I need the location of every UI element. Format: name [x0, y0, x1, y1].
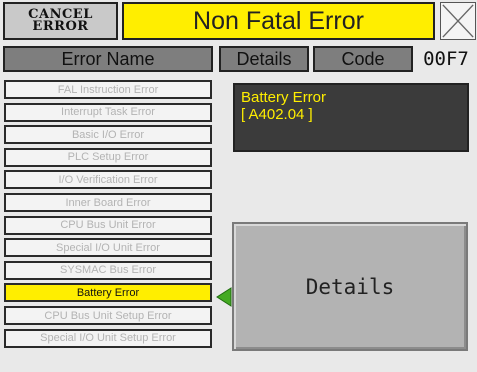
detail-error-address: [ A402.04 ] — [241, 106, 313, 123]
cancel-label-line2: ERROR — [32, 19, 89, 34]
details-button-label: Details — [305, 274, 395, 299]
error-list-item[interactable]: I/O Verification Error — [4, 170, 212, 190]
header-code-label: Code — [341, 48, 385, 69]
header-details-label: Details — [236, 48, 292, 69]
header-error-name-label: Error Name — [61, 48, 155, 69]
error-list-item[interactable]: Interrupt Task Error — [4, 102, 212, 122]
error-list-item[interactable]: Battery Error — [4, 283, 212, 303]
header-error-name: Error Name — [3, 46, 213, 72]
error-list-item[interactable]: PLC Setup Error — [4, 147, 212, 167]
page-title: Non Fatal Error — [193, 6, 364, 35]
details-button[interactable]: Details — [232, 222, 468, 351]
error-list: FAL Instruction Error Interrupt Task Erro… — [4, 80, 212, 352]
error-list-item[interactable]: Basic I/O Error — [4, 125, 212, 145]
header-details: Details — [219, 46, 309, 72]
error-list-item[interactable]: Special I/O Unit Setup Error — [4, 328, 212, 348]
error-list-item[interactable]: FAL Instruction Error — [4, 80, 212, 99]
title-bar: Non Fatal Error — [122, 2, 435, 40]
error-detail-display: Battery Error [ A402.04 ] — [233, 83, 469, 152]
error-list-item[interactable]: SYSMAC Bus Error — [4, 260, 212, 280]
error-list-item[interactable]: Special I/O Unit Error — [4, 238, 212, 258]
detail-error-name: Battery Error — [241, 89, 327, 106]
cancel-error-button[interactable]: CANCEL ERROR — [3, 2, 118, 40]
error-code-text: 00F7 — [423, 48, 469, 70]
close-button[interactable] — [440, 2, 476, 40]
error-list-item[interactable]: Inner Board Error — [4, 193, 212, 212]
close-icon — [442, 4, 474, 38]
error-list-item[interactable]: CPU Bus Unit Error — [4, 215, 212, 235]
header-code: Code — [313, 46, 413, 72]
error-code-value: 00F7 — [415, 46, 477, 72]
selection-arrow-icon — [216, 287, 232, 307]
error-list-item[interactable]: CPU Bus Unit Setup Error — [4, 306, 212, 325]
